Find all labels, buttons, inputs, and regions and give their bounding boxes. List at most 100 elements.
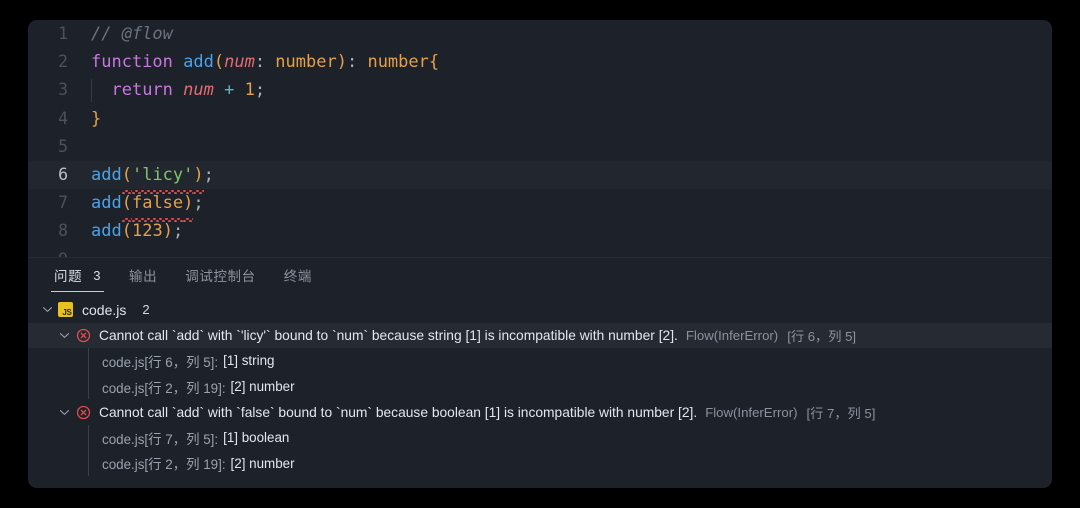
code-token: // @flow (91, 24, 173, 44)
code-token: } (91, 108, 102, 129)
detail-indent-bar (88, 450, 89, 477)
code-token: ) (336, 52, 347, 73)
detail-indent-bar (88, 348, 89, 374)
problem-source: Flow(InferError) (685, 327, 779, 343)
chevron-down-icon[interactable] (52, 330, 76, 341)
detail-location: code.js[行 2，列 19]: (102, 457, 226, 473)
code-token: { (428, 52, 440, 73)
detail-indent-bar (88, 424, 89, 451)
chevron-down-icon[interactable] (52, 407, 76, 418)
code-token: ; (254, 80, 266, 101)
code-line-text: function add(num: number): number{ (90, 48, 1052, 76)
code-token: num (183, 80, 214, 101)
code-token: number (367, 52, 429, 73)
error-icon (76, 405, 91, 420)
problem-message: Cannot call `add` with `'licy'` bound to… (99, 327, 678, 343)
detail-indent-bar (88, 373, 89, 400)
code-line-text: add('licy'); (90, 161, 1052, 195)
panel-tab-label: 输出 (129, 269, 158, 284)
problem-row-0[interactable]: Cannot call `add` with `'licy'` bound to… (28, 322, 1052, 349)
line-number: 5 (58, 136, 68, 156)
chevron-down-icon[interactable] (36, 304, 58, 315)
panel-tab-0[interactable]: 问题 3 (40, 258, 115, 292)
code-token: ; (203, 164, 214, 185)
panel-tab-label: 问题 (54, 269, 83, 284)
code-token: + (224, 80, 235, 101)
code-line-text: add(123); (90, 217, 1052, 245)
code-line[interactable]: 5 (28, 133, 1052, 161)
code-token: num (224, 52, 255, 73)
code-line-text: add(false); (90, 189, 1052, 223)
code-token: 123 (131, 221, 163, 242)
js-file-icon: JS (58, 302, 73, 318)
detail-value: [1] boolean (223, 430, 290, 446)
problem-detail-row-0-1[interactable]: code.js[行 2，列 19]: [2] number (28, 373, 1052, 400)
code-token: number (275, 52, 337, 73)
code-token: add (183, 52, 214, 73)
error-squiggle-token: ( (121, 189, 133, 223)
code-token: 1 (244, 80, 255, 101)
detail-location: code.js[行 6，列 5]: (102, 354, 219, 370)
code-line[interactable]: 1 // @flow (28, 20, 1052, 48)
code-line-text: // @flow (90, 20, 1052, 48)
detail-value: [2] number (230, 455, 295, 471)
problems-list[interactable]: JS code.js 2 Cannot call `add` with `'licy'… (28, 292, 1052, 488)
code-token: add (91, 164, 122, 185)
code-line-text: return num + 1; (90, 76, 1052, 104)
line-number: 1 (58, 24, 68, 43)
code-line[interactable]: 9 (28, 246, 1052, 258)
error-squiggle-token: ) (183, 189, 194, 223)
code-line-text: } (90, 105, 1052, 133)
code-line[interactable]: 2 function add(num: number): number{ (28, 48, 1052, 76)
detail-value: [2] number (230, 379, 295, 395)
problems-file-row[interactable]: JS code.js 2 (28, 297, 1052, 323)
code-line[interactable]: 8 add(123); (28, 217, 1052, 245)
panel-tab-label: 调试控制台 (185, 269, 256, 284)
file-problem-count: 2 (142, 302, 150, 318)
problem-row-1[interactable]: Cannot call `add` with `false` bound to … (28, 399, 1052, 425)
code-token: ( (213, 52, 225, 73)
code-token: add (91, 221, 122, 242)
panel-tab-label: 终端 (283, 269, 312, 284)
problem-detail-row-1-1[interactable]: code.js[行 2，列 19]: [2] number (28, 450, 1052, 477)
panel-tab-1[interactable]: 输出 (115, 258, 171, 292)
panel-tab-bar: 问题 3 输出 调试控制台 终端 (28, 258, 1052, 292)
line-number: 6 (58, 164, 68, 184)
panel-tab-2[interactable]: 调试控制台 (171, 258, 270, 292)
error-icon (76, 328, 91, 343)
panel-tab-3[interactable]: 终端 (270, 258, 326, 292)
code-line[interactable]: 6 add('licy'); (28, 160, 1052, 195)
code-token: add (91, 193, 122, 214)
problem-position: [行 7，列 5] (806, 405, 876, 421)
error-squiggle-token: 'licy' (131, 161, 194, 195)
code-line[interactable]: 4} (28, 105, 1052, 133)
vscode-window: 1// @flow 2 function add(num: number): num… (28, 20, 1052, 488)
problem-position: [行 6，列 5] (787, 328, 857, 344)
error-squiggle-token: false (131, 189, 184, 223)
problem-detail-row-1-0[interactable]: code.js[行 7，列 5]: [1] boolean (28, 424, 1052, 451)
code-line[interactable]: 7 add(false); (28, 189, 1052, 223)
problem-message: Cannot call `add` with `false` bound to … (99, 404, 698, 420)
problem-detail-row-0-0[interactable]: code.js[行 6，列 5]: [1] string (28, 348, 1052, 374)
code-token: : (346, 52, 368, 73)
code-token: ) (162, 221, 173, 242)
code-token: function (91, 52, 184, 73)
error-squiggle-token: ( (121, 161, 133, 195)
code-token: : (254, 52, 276, 73)
code-editor[interactable]: 1// @flow 2 function add(num: number): num… (28, 20, 1052, 257)
line-number: 3 (58, 80, 68, 100)
panel-tab-count: 3 (93, 267, 102, 283)
detail-location: code.js[行 7，列 5]: (102, 431, 219, 447)
detail-location: code.js[行 2，列 19]: (102, 380, 226, 396)
line-number: 4 (58, 108, 68, 128)
problem-source: Flow(InferError) (705, 404, 798, 420)
line-number: 9 (28, 246, 90, 258)
file-name: code.js (82, 301, 127, 318)
code-token: ; (172, 221, 184, 242)
line-number: 2 (58, 52, 68, 72)
code-line[interactable]: 3 return num + 1; (28, 76, 1052, 104)
